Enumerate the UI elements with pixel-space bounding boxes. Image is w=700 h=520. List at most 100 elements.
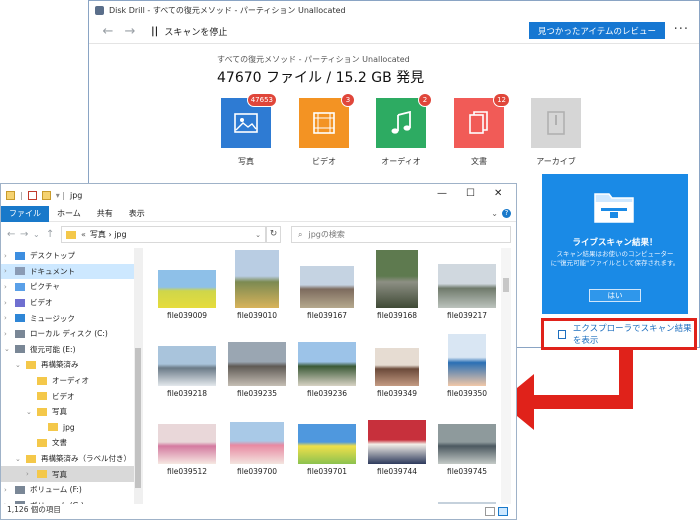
- scan-subtitle: すべての復元メソッド - パーティション Unallocated: [217, 55, 410, 64]
- tree-item[interactable]: › 写真: [1, 466, 142, 482]
- pause-icon[interactable]: ||: [151, 26, 158, 37]
- quick-access-folder-icon[interactable]: [6, 190, 15, 200]
- file-thumbnail[interactable]: file039744: [362, 406, 432, 476]
- file-thumbnail[interactable]: [432, 484, 502, 504]
- file-thumbnail[interactable]: [362, 484, 432, 504]
- address-dropdown-icon[interactable]: ⌄: [255, 231, 261, 239]
- up-arrow-icon[interactable]: ↑: [46, 229, 59, 240]
- maximize-icon[interactable]: ☐: [466, 188, 475, 199]
- tree-item[interactable]: ビデオ: [1, 388, 142, 404]
- expand-chevron-icon[interactable]: ›: [4, 299, 7, 307]
- collapse-chevron-icon[interactable]: ⌄: [15, 455, 21, 463]
- help-icon[interactable]: ?: [502, 209, 511, 218]
- properties-icon[interactable]: [27, 190, 37, 200]
- file-thumbnail[interactable]: file039218: [152, 328, 222, 398]
- file-thumbnail[interactable]: file039701: [292, 406, 362, 476]
- file-thumbnail[interactable]: file039168: [362, 250, 432, 320]
- close-icon[interactable]: ✕: [494, 188, 502, 199]
- tree-item[interactable]: › ミュージック: [1, 310, 142, 326]
- large-icons-view-icon[interactable]: [498, 507, 508, 516]
- tree-item[interactable]: › ローカル ディスク (C:): [1, 326, 142, 342]
- address-bar[interactable]: « 写真 › jpg ⌄: [61, 226, 266, 243]
- file-thumbnail[interactable]: [222, 484, 292, 504]
- category-audio[interactable]: 2 オーディオ: [376, 93, 432, 167]
- file-thumbnail[interactable]: file039745: [432, 406, 502, 476]
- expand-chevron-icon[interactable]: ›: [4, 267, 7, 275]
- tree-item[interactable]: › ビデオ: [1, 295, 142, 311]
- category-archive[interactable]: アーカイブ: [531, 98, 581, 167]
- tree-item-label: ビデオ: [30, 298, 53, 308]
- file-thumbnail[interactable]: file039350: [432, 328, 502, 398]
- audio-count-badge: 2: [418, 93, 432, 107]
- review-found-items-button[interactable]: 見つかったアイテムのレビュー: [528, 22, 665, 39]
- collapse-chevron-icon[interactable]: ⌄: [26, 408, 32, 416]
- collapse-chevron-icon[interactable]: ⌄: [4, 345, 10, 353]
- tree-item[interactable]: ⌄ 復元可能 (E:): [1, 342, 142, 358]
- tree-item[interactable]: › デスクトップ: [1, 248, 142, 264]
- notification-ok-button[interactable]: はい: [589, 289, 641, 302]
- folder-icon: [37, 438, 47, 447]
- forward-arrow-icon[interactable]: →: [119, 24, 141, 39]
- category-video[interactable]: 3 ビデオ: [299, 93, 355, 167]
- tree-item[interactable]: › ドキュメント: [1, 263, 142, 280]
- new-folder-icon[interactable]: [41, 190, 51, 200]
- collapse-chevron-icon[interactable]: ⌄: [15, 361, 21, 369]
- search-input[interactable]: ⌕ jpgの検索: [291, 226, 511, 243]
- tree-item[interactable]: jpg: [1, 420, 142, 436]
- search-placeholder: jpgの検索: [308, 230, 345, 239]
- expand-chevron-icon[interactable]: ›: [4, 252, 7, 260]
- back-arrow-icon[interactable]: ←: [97, 24, 119, 39]
- category-documents[interactable]: 12 文書: [454, 93, 510, 167]
- forward-arrow-icon[interactable]: →: [20, 229, 33, 240]
- tree-item[interactable]: ⌄ 写真: [1, 404, 142, 420]
- file-thumbnail[interactable]: [292, 484, 362, 504]
- refresh-icon[interactable]: ↻: [266, 226, 281, 243]
- folder-icon: [48, 423, 58, 432]
- tree-item[interactable]: オーディオ: [1, 373, 142, 389]
- address-overflow[interactable]: «: [81, 230, 86, 239]
- folder-icon: [66, 230, 76, 239]
- expand-chevron-icon[interactable]: ›: [26, 470, 29, 478]
- photo-preview: [298, 424, 356, 464]
- file-thumbnail[interactable]: file039700: [222, 406, 292, 476]
- folder-icon: [26, 454, 36, 463]
- content-scrollbar[interactable]: [501, 248, 511, 504]
- tab-home[interactable]: ホーム: [49, 206, 89, 222]
- tab-share[interactable]: 共有: [89, 206, 121, 222]
- tree-item[interactable]: 文書: [1, 435, 142, 451]
- more-options-icon[interactable]: ···: [674, 22, 689, 37]
- navigation-pane: › デスクトップ › ドキュメント › ピクチャ › ビデオ › ミュージック › ローカル ディスク…: [1, 248, 143, 504]
- category-photos[interactable]: 47653 写真: [221, 93, 277, 167]
- tab-file[interactable]: ファイル: [1, 205, 49, 222]
- file-thumbnail[interactable]: file039236: [292, 328, 362, 398]
- recent-locations-icon[interactable]: ⌄: [33, 230, 46, 239]
- details-view-icon[interactable]: [485, 507, 495, 516]
- search-icon: ⌕: [298, 229, 303, 239]
- expand-chevron-icon[interactable]: ›: [4, 283, 7, 291]
- tree-item[interactable]: › ピクチャ: [1, 279, 142, 295]
- photo-preview: [230, 422, 284, 464]
- tab-view[interactable]: 表示: [121, 206, 153, 222]
- file-thumbnail[interactable]: file039349: [362, 328, 432, 398]
- tree-item[interactable]: › ボリューム (F:): [1, 482, 142, 498]
- tree-item[interactable]: ⌄ 再構築済み（ラベル付き）: [1, 451, 142, 467]
- tree-item[interactable]: ⌄ 再構築済み: [1, 357, 142, 373]
- photo-preview: [438, 502, 496, 504]
- back-arrow-icon[interactable]: ←: [7, 229, 20, 240]
- tree-item-label: ローカル ディスク (C:): [30, 329, 108, 339]
- minimize-icon[interactable]: —: [437, 188, 447, 199]
- photo-preview: [228, 342, 286, 386]
- ribbon-expand-icon[interactable]: ⌄: [491, 209, 498, 218]
- file-thumbnail[interactable]: file039512: [152, 406, 222, 476]
- expand-chevron-icon[interactable]: ›: [4, 486, 7, 494]
- expand-chevron-icon[interactable]: ›: [4, 314, 7, 322]
- navigation-scrollbar[interactable]: [134, 248, 142, 504]
- expand-chevron-icon[interactable]: ›: [4, 330, 7, 338]
- file-thumbnail[interactable]: [152, 484, 222, 504]
- stop-scan-button[interactable]: スキャンを停止: [164, 25, 227, 38]
- file-thumbnail[interactable]: file039217: [432, 250, 502, 320]
- file-thumbnail[interactable]: file039009: [152, 250, 222, 320]
- file-thumbnail[interactable]: file039010: [222, 250, 292, 320]
- file-thumbnail[interactable]: file039235: [222, 328, 292, 398]
- file-thumbnail[interactable]: file039167: [292, 250, 362, 320]
